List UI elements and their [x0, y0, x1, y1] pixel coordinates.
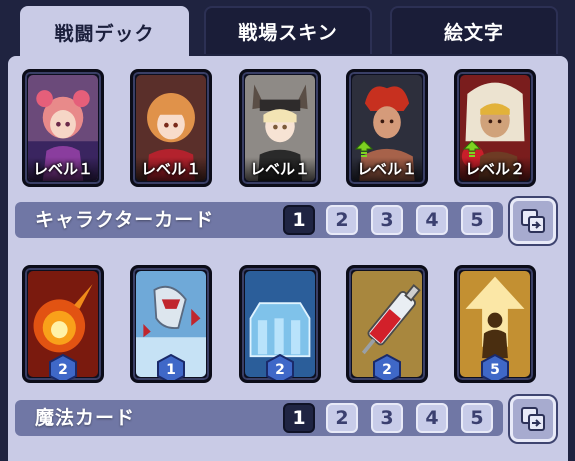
character-card[interactable]: レベル１	[22, 69, 104, 187]
character-card[interactable]: レベル２	[454, 69, 536, 187]
upgrade-arrow-icon	[463, 140, 481, 157]
upgrade-arrow-icon	[355, 140, 373, 157]
mana-cost-badge: 2	[49, 354, 77, 380]
character-card[interactable]: レベル１	[130, 69, 212, 187]
character-deck-button-4[interactable]: 4	[416, 205, 448, 235]
mana-cost-badge: 2	[266, 354, 294, 380]
character-deck-bar: キャラクターカード 1 2 3 4 5	[15, 202, 503, 238]
magic-card[interactable]: 1	[130, 265, 212, 383]
svg-text:2: 2	[275, 362, 285, 378]
magic-deck-button-1[interactable]: 1	[283, 403, 315, 433]
svg-text:2: 2	[58, 362, 68, 378]
character-card[interactable]: レベル１	[346, 69, 428, 187]
character-card[interactable]: レベル１	[239, 69, 321, 187]
magic-card-title: 魔法カード	[35, 407, 136, 429]
tab-emoji[interactable]: 絵文字	[390, 6, 558, 54]
magic-deck-bar: 魔法カード 1 2 3 4 5	[15, 400, 503, 436]
card-level: レベル１	[249, 160, 310, 178]
mana-cost-badge: 2	[373, 354, 401, 380]
magic-card[interactable]: 2	[346, 265, 428, 383]
character-deck-button-5[interactable]: 5	[461, 205, 493, 235]
character-swap-button[interactable]	[510, 198, 556, 244]
battle-deck-screen: 戦闘デック 戦場スキン 絵文字 レベル１ レベル１ レベル１ レベル１ レベル２…	[0, 0, 575, 461]
character-deck-button-3[interactable]: 3	[371, 205, 403, 235]
svg-text:1: 1	[166, 362, 176, 378]
card-level: レベル１	[356, 160, 417, 178]
magic-deck-button-4[interactable]: 4	[416, 403, 448, 433]
tab-battle-deck[interactable]: 戦闘デック	[20, 6, 189, 58]
mana-cost-badge: 5	[481, 354, 509, 380]
svg-text:2: 2	[382, 362, 392, 378]
magic-card[interactable]: 2	[239, 265, 321, 383]
swap-cards-icon	[521, 209, 545, 233]
magic-swap-button[interactable]	[510, 396, 556, 442]
card-level: レベル１	[140, 160, 201, 178]
character-card-title: キャラクターカード	[35, 209, 215, 231]
character-deck-button-1[interactable]: 1	[283, 205, 315, 235]
tab-battlefield-skin[interactable]: 戦場スキン	[204, 6, 372, 54]
card-level: レベル１	[32, 160, 93, 178]
swap-cards-icon	[521, 407, 545, 431]
character-deck-button-2[interactable]: 2	[326, 205, 358, 235]
magic-card[interactable]: 2	[22, 265, 104, 383]
card-level: レベル２	[464, 160, 525, 178]
svg-text:5: 5	[490, 362, 500, 378]
magic-deck-button-2[interactable]: 2	[326, 403, 358, 433]
mana-cost-badge: 1	[157, 354, 185, 380]
magic-deck-button-3[interactable]: 3	[371, 403, 403, 433]
magic-card[interactable]: 5	[454, 265, 536, 383]
magic-deck-button-5[interactable]: 5	[461, 403, 493, 433]
